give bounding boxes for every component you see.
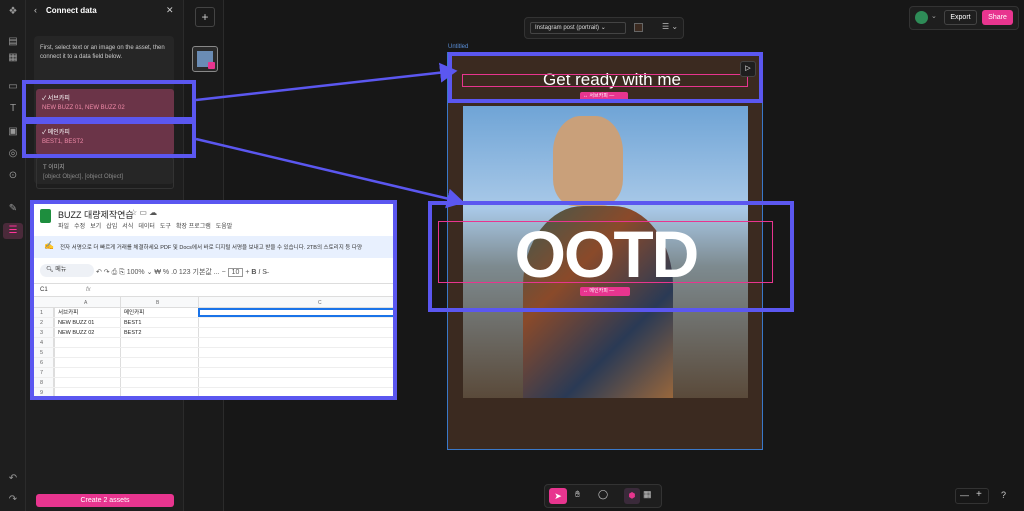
zoom-select[interactable]: 100%	[127, 269, 145, 276]
col-header[interactable]: A	[84, 300, 87, 306]
font-select[interactable]: 기본값 ...	[193, 269, 220, 276]
sheet-grid: 1 서브카피 메인카피 2 NEW BUZZ 01 BEST1 3 NEW BUZZ 02 BE…	[34, 308, 393, 396]
notice-text: 전자 서명으로 더 빠르게 거래를 체결하세요 PDF 및 Docs에서 바로 …	[60, 245, 363, 251]
table-cell[interactable]: BEST2	[124, 328, 141, 338]
spreadsheet-window[interactable]: BUZZ 대량제작연습 ☆ ▭ ☁ 파일 수정 보기 삽입 서식 데이터 도구 …	[30, 200, 397, 400]
table-row: 2 NEW BUZZ 01 BEST1	[34, 318, 393, 328]
menu-item[interactable]: 보기	[90, 224, 101, 230]
menu-item[interactable]: 파일	[58, 224, 69, 230]
zoom-out-button[interactable]: —	[960, 490, 969, 500]
font-size-input[interactable]: 10	[227, 268, 244, 277]
arrow-to-headline	[195, 62, 458, 102]
menu-item[interactable]: 서식	[122, 224, 133, 230]
hand-tool-icon[interactable]: ✋︎	[575, 489, 580, 500]
menu-item[interactable]: 수정	[74, 224, 85, 230]
fx-icon: fx	[86, 287, 91, 293]
menu-bar: 파일 수정 보기 삽입 서식 데이터 도구 확장 프로그램 도움말	[58, 221, 232, 230]
column-headers: A B C	[34, 297, 393, 308]
menu-item[interactable]: 데이터	[138, 224, 155, 230]
col-header[interactable]: B	[156, 300, 159, 306]
sheet-title: BUZZ 대량제작연습	[58, 210, 134, 220]
row-number[interactable]: 9	[40, 388, 43, 396]
row-number[interactable]: 3	[40, 328, 43, 338]
col-header[interactable]: C	[318, 300, 322, 306]
row-number[interactable]: 6	[40, 358, 43, 368]
grid-view-icon[interactable]: ▦	[643, 489, 652, 500]
comment-tool-icon[interactable]: ◯	[598, 489, 608, 500]
table-row: 3 NEW BUZZ 02 BEST2	[34, 328, 393, 338]
table-cell[interactable]: NEW BUZZ 02	[58, 328, 94, 338]
menu-item[interactable]: 삽입	[106, 224, 117, 230]
sheets-logo-icon	[40, 209, 51, 223]
table-row: 8	[34, 378, 393, 388]
row-number[interactable]: 4	[40, 338, 43, 348]
arrow-to-main	[195, 137, 465, 209]
row-number[interactable]: 5	[40, 348, 43, 358]
row-number[interactable]: 1	[40, 308, 43, 318]
star-icon[interactable]: ☆ ▭ ☁	[130, 208, 157, 217]
table-cell[interactable]: 메인카피	[124, 308, 144, 318]
menu-item[interactable]: 확장 프로그램	[176, 224, 211, 230]
zoom-in-button[interactable]: +	[976, 489, 982, 500]
table-cell[interactable]: 서브카피	[58, 308, 78, 318]
table-row: 6	[34, 358, 393, 368]
menu-search[interactable]: 🔍︎ 메뉴	[40, 264, 94, 277]
menu-item[interactable]: 도구	[160, 224, 171, 230]
signature-icon: ✍	[44, 241, 54, 250]
pointer-tool-icon[interactable]: ➤	[549, 488, 567, 504]
cell-reference[interactable]: C1	[40, 284, 48, 297]
row-number[interactable]: 2	[40, 318, 43, 328]
table-row: 5	[34, 348, 393, 358]
sheet-toolbar: ↶ ↷ ⎙ ⎘ 100% ⌄ ₩ % .0 123 기본값 ... − 10 +…	[96, 268, 267, 277]
table-row: 9	[34, 388, 393, 396]
notice-banner: ✍ 전자 서명으로 더 빠르게 거래를 체결하세요 PDF 및 Docs에서 바…	[34, 236, 393, 258]
table-row: 1 서브카피 메인카피	[34, 308, 393, 318]
table-row: 4	[34, 338, 393, 348]
menu-item[interactable]: 도움말	[216, 224, 233, 230]
data-connect-icon[interactable]: ⬢	[624, 488, 640, 504]
table-cell[interactable]: BEST1	[124, 318, 141, 328]
table-cell[interactable]: NEW BUZZ 01	[58, 318, 94, 328]
table-row: 7	[34, 368, 393, 378]
formula-bar: C1 fx	[34, 283, 393, 297]
row-number[interactable]: 8	[40, 378, 43, 388]
help-button[interactable]: ?	[1001, 490, 1006, 500]
row-number[interactable]: 7	[40, 368, 43, 378]
